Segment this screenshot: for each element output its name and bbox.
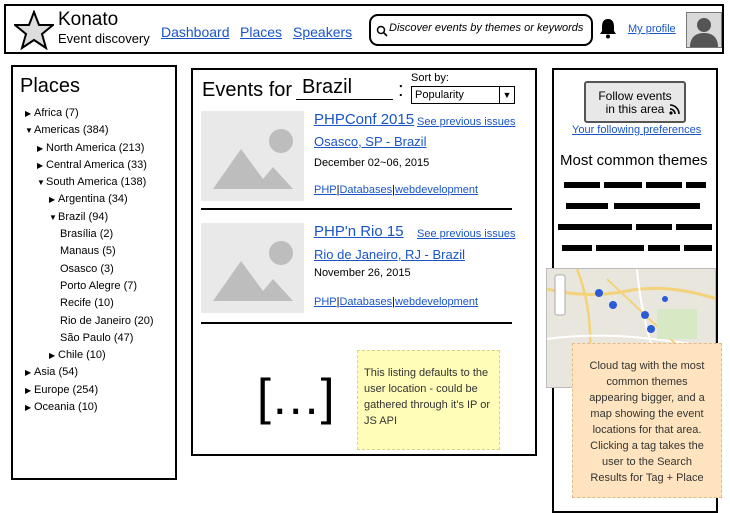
events-panel: Events for Brazil : Sort by: Popularity … xyxy=(191,68,537,456)
collapse-icon[interactable]: ▼ xyxy=(37,174,46,191)
tag-link[interactable]: webdevelopment xyxy=(395,184,478,196)
my-profile-link[interactable]: My profile xyxy=(628,23,676,35)
tree-item-south-america[interactable]: ▼South America (138) xyxy=(25,174,154,191)
search-box[interactable] xyxy=(369,14,593,46)
tree-item-oceania[interactable]: ▶ Oceania (10) xyxy=(25,399,154,416)
theme-tag[interactable] xyxy=(648,245,680,251)
theme-tag[interactable] xyxy=(636,224,672,230)
theme-tag[interactable] xyxy=(614,203,700,209)
user-silhouette-icon xyxy=(687,13,721,47)
tree-item-americas[interactable]: ▼Americas (384) xyxy=(25,122,154,139)
tree-item-rio-de-janeiro[interactable]: Rio de Janeiro (20) xyxy=(25,313,154,330)
sort-label: Sort by: xyxy=(411,72,449,84)
theme-tag[interactable] xyxy=(562,245,592,251)
tree-item-brasilia[interactable]: Brasília (2) xyxy=(25,226,154,243)
previous-issues-link[interactable]: See previous issues xyxy=(417,116,515,128)
themes-title: Most common themes xyxy=(560,152,708,169)
tag-link[interactable]: Databases xyxy=(339,296,392,308)
expand-icon[interactable]: ▶ xyxy=(37,140,46,157)
tree-item-recife[interactable]: Recife (10) xyxy=(25,295,154,312)
events-heading: Events for xyxy=(202,79,293,101)
bell-icon[interactable] xyxy=(598,17,618,39)
brand-name: Konato xyxy=(58,9,119,30)
expand-icon[interactable]: ▶ xyxy=(25,364,34,381)
expand-icon[interactable]: ▶ xyxy=(25,382,34,399)
places-title: Places xyxy=(20,75,81,97)
divider xyxy=(201,208,512,210)
tree-item-asia[interactable]: ▶ Asia (54) xyxy=(25,364,154,381)
image-placeholder-icon xyxy=(201,111,304,201)
heading-colon: : xyxy=(398,79,404,101)
event-place-link[interactable]: Rio de Janeiro, RJ - Brazil xyxy=(314,247,465,262)
event-date: December 02~06, 2015 xyxy=(314,157,430,169)
theme-tag[interactable] xyxy=(596,245,644,251)
tag-link[interactable]: PHP xyxy=(314,296,337,308)
theme-tag-cloud xyxy=(554,180,716,260)
event-place-link[interactable]: Osasco, SP - Brazil xyxy=(314,134,426,149)
chevron-down-icon[interactable]: ▼ xyxy=(499,87,514,103)
tag-link[interactable]: PHP xyxy=(314,184,337,196)
follow-area-button[interactable]: Follow events in this area xyxy=(584,81,686,123)
event-thumbnail[interactable] xyxy=(201,223,304,313)
event-date: November 26, 2015 xyxy=(314,267,411,279)
theme-tag[interactable] xyxy=(564,182,600,188)
brand-tagline: Event discovery xyxy=(58,31,150,46)
event-tags: PHP|Databases|webdevelopment xyxy=(314,296,479,308)
theme-tag[interactable] xyxy=(566,203,608,209)
collapse-icon[interactable]: ▼ xyxy=(49,209,58,226)
avatar[interactable] xyxy=(686,12,722,48)
tree-item-africa[interactable]: ▶ Africa (7) xyxy=(25,105,154,122)
sort-value: Popularity xyxy=(415,89,464,101)
tree-item-brazil[interactable]: ▼Brazil (94) xyxy=(25,209,154,226)
tree-item-argentina[interactable]: ▶ Argentina (34) xyxy=(25,191,154,208)
rss-icon xyxy=(669,104,680,115)
tag-link[interactable]: webdevelopment xyxy=(395,296,478,308)
tree-item-sao-paulo[interactable]: São Paulo (47) xyxy=(25,330,154,347)
more-events-placeholder: [...] xyxy=(257,369,337,425)
tree-item-north-america[interactable]: ▶ North America (213) xyxy=(25,140,154,157)
nav-places-link[interactable]: Places xyxy=(240,24,282,40)
star-logo-icon[interactable] xyxy=(14,10,54,50)
tree-item-porto-alegre[interactable]: Porto Alegre (7) xyxy=(25,278,154,295)
annotation-note: This listing defaults to the user locati… xyxy=(357,350,500,450)
follow-button-label: Follow events in this area xyxy=(598,89,672,116)
tag-link[interactable]: Databases xyxy=(339,184,392,196)
expand-icon[interactable]: ▶ xyxy=(37,157,46,174)
places-tree: ▶ Africa (7) ▼Americas (384) ▶ North Ameri… xyxy=(25,105,154,416)
following-preferences-link[interactable]: Your following preferences xyxy=(572,124,701,136)
expand-icon[interactable]: ▶ xyxy=(25,105,34,122)
event-title-link[interactable]: PHP'n Rio 15 xyxy=(314,223,404,240)
event-title-link[interactable]: PHPConf 2015 xyxy=(314,111,414,128)
theme-tag[interactable] xyxy=(604,182,642,188)
tree-item-europe[interactable]: ▶ Europe (254) xyxy=(25,382,154,399)
expand-icon[interactable]: ▶ xyxy=(25,399,34,416)
theme-tag[interactable] xyxy=(676,224,712,230)
event-thumbnail[interactable] xyxy=(201,111,304,201)
tree-item-osasco[interactable]: Osasco (3) xyxy=(25,261,154,278)
search-input[interactable] xyxy=(389,22,589,34)
event-tags: PHP|Databases|webdevelopment xyxy=(314,184,479,196)
divider xyxy=(201,322,512,324)
top-bar: Konato Event discovery Dashboard Places … xyxy=(4,4,724,54)
collapse-icon[interactable]: ▼ xyxy=(25,122,34,139)
tree-item-central-america[interactable]: ▶ Central America (33) xyxy=(25,157,154,174)
nav-speakers-link[interactable]: Speakers xyxy=(293,24,352,40)
annotation-note: Cloud tag with the most common themes ap… xyxy=(572,343,722,498)
previous-issues-link[interactable]: See previous issues xyxy=(417,228,515,240)
expand-icon[interactable]: ▶ xyxy=(49,191,58,208)
theme-tag[interactable] xyxy=(646,182,682,188)
expand-icon[interactable]: ▶ xyxy=(49,347,58,364)
tree-item-chile[interactable]: ▶ Chile (10) xyxy=(25,347,154,364)
theme-tag[interactable] xyxy=(684,245,712,251)
theme-tag[interactable] xyxy=(558,224,632,230)
search-icon xyxy=(376,25,388,37)
nav-dashboard-link[interactable]: Dashboard xyxy=(161,24,230,40)
theme-tag[interactable] xyxy=(686,182,706,188)
image-placeholder-icon xyxy=(201,223,304,313)
tree-item-manaus[interactable]: Manaus (5) xyxy=(25,243,154,260)
places-panel: Places ▶ Africa (7) ▼Americas (384) ▶ Nort… xyxy=(11,65,177,480)
sort-select[interactable]: Popularity ▼ xyxy=(411,86,515,104)
country-field[interactable]: Brazil xyxy=(296,76,393,100)
